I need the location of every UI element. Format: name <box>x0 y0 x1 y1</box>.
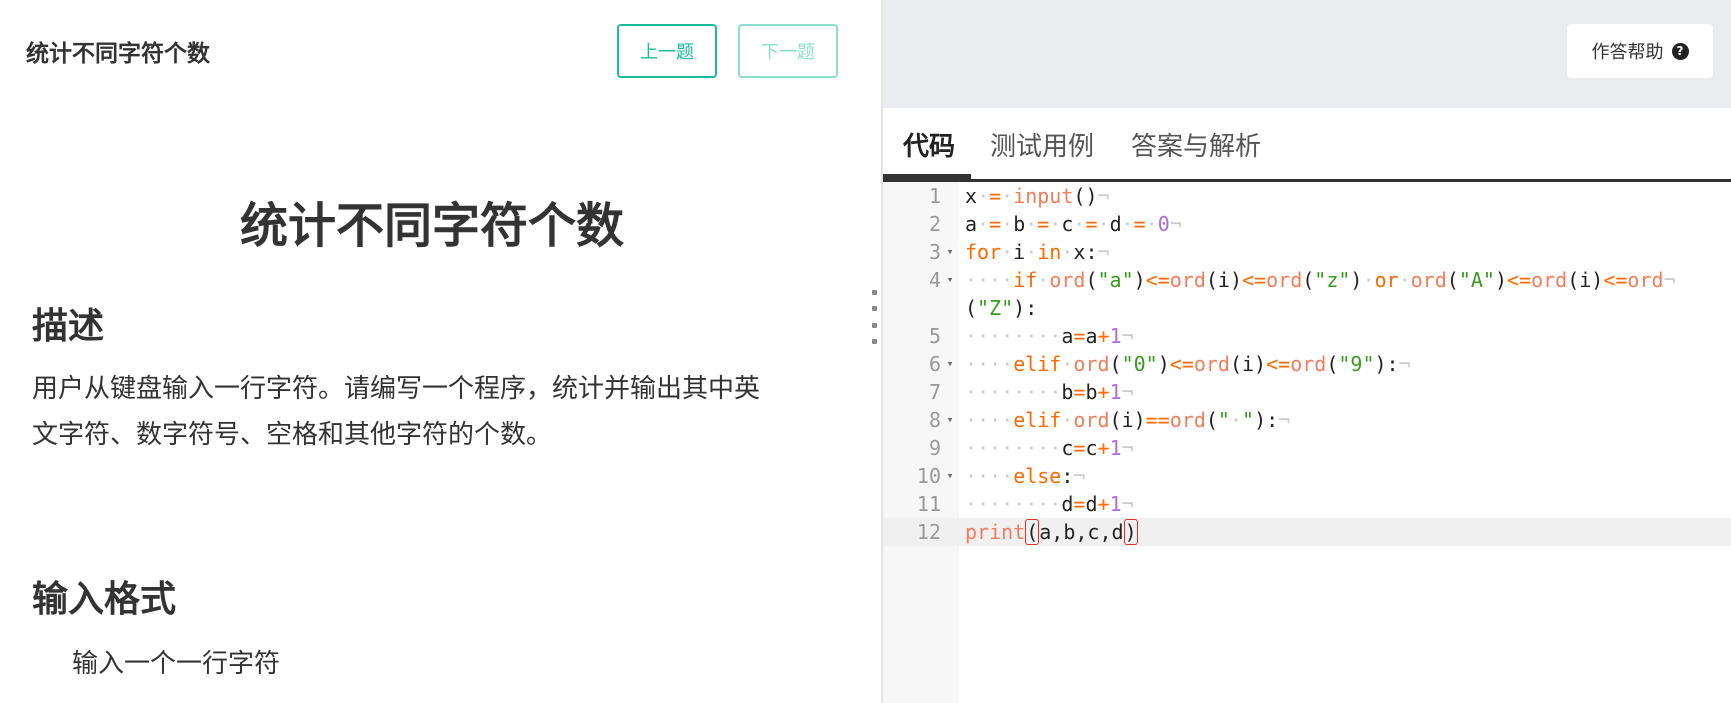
code-text: ········a=a+1¬ <box>965 324 1134 348</box>
line-number: 9 <box>928 436 941 460</box>
code-line[interactable]: ("Z"): <box>883 294 1731 322</box>
help-button[interactable]: 作答帮助 ? <box>1567 24 1713 78</box>
code-text: print(a,b,c,d) <box>965 519 1138 545</box>
line-number: 3 <box>928 240 941 264</box>
editor-toolbar: 作答帮助 ? <box>883 0 1731 108</box>
code-line[interactable]: 1 x·=·input()¬ <box>883 182 1731 210</box>
line-number: 4 <box>928 268 941 292</box>
resize-handle[interactable] <box>869 290 879 344</box>
line-number: 10 <box>916 464 941 488</box>
code-text: a·=·b·=·c·=·d·=·0¬ <box>965 212 1182 236</box>
editor-tabs: 代码 测试用例 答案与解析 <box>883 108 1731 182</box>
code-text: ····elif·ord(i)==ord("·"):¬ <box>965 408 1291 432</box>
tab-answer-analysis[interactable]: 答案与解析 <box>1131 126 1261 185</box>
problem-heading: 统计不同字符个数 <box>239 198 624 254</box>
fold-toggle-icon[interactable]: ▾ <box>943 406 957 434</box>
line-number: 11 <box>916 492 941 516</box>
code-editor[interactable]: 1 x·=·input()¬ 2 a·=·b·=·c·=·d·=·0¬ 3 ▾ for·i·… <box>883 182 1731 703</box>
next-question-button[interactable]: 下一题 <box>738 24 838 78</box>
line-number: 2 <box>928 212 941 236</box>
line-number: 12 <box>916 520 941 544</box>
line-number: 6 <box>928 352 941 376</box>
code-text: ········c=c+1¬ <box>965 436 1134 460</box>
code-line[interactable]: 4 ▾ ····if·ord("a")<=ord(i)<=ord("z")·or·o… <box>883 266 1731 294</box>
description-title: 描述 <box>32 306 105 347</box>
line-number: 8 <box>928 408 941 432</box>
editor-panel: 作答帮助 ? 代码 测试用例 答案与解析 1 x·=·input()¬ 2 a·=·b… <box>883 0 1731 703</box>
fold-toggle-icon[interactable]: ▾ <box>943 238 957 266</box>
line-number: 1 <box>928 184 941 208</box>
line-number: 5 <box>928 324 941 348</box>
prev-question-button[interactable]: 上一题 <box>617 24 717 78</box>
code-text: ········d=d+1¬ <box>965 492 1134 516</box>
description-line: 用户从键盘输入一行字符。请编写一个程序，统计并输出其中英 <box>32 374 761 404</box>
fold-toggle-icon[interactable]: ▾ <box>943 350 957 378</box>
problem-panel: 统计不同字符个数 上一题 下一题 统计不同字符个数 描述 用户从键盘输入一行字符… <box>0 0 882 703</box>
code-text: ("Z"): <box>965 296 1038 320</box>
code-line[interactable]: 8 ▾ ····elif·ord(i)==ord("·"):¬ <box>883 406 1731 434</box>
description-line: 文字符、数字符号、空格和其他字符的个数。 <box>32 420 553 450</box>
active-tab-indicator <box>883 174 971 182</box>
input-format-title: 输入格式 <box>32 579 177 620</box>
code-line[interactable]: 5 ········a=a+1¬ <box>883 322 1731 350</box>
code-line[interactable]: 6 ▾ ····elif·ord("0")<=ord(i)<=ord("9"):¬ <box>883 350 1731 378</box>
code-line[interactable]: 7 ········b=b+1¬ <box>883 378 1731 406</box>
code-line[interactable]: 11 ········d=d+1¬ <box>883 490 1731 518</box>
code-text: ········b=b+1¬ <box>965 380 1134 404</box>
code-text: for·i·in·x:¬ <box>965 240 1110 264</box>
input-format-text: 输入一个一行字符 <box>72 649 281 679</box>
code-text: ····elif·ord("0")<=ord(i)<=ord("9"):¬ <box>965 352 1411 376</box>
code-text: x·=·input()¬ <box>965 184 1110 208</box>
code-line[interactable]: 10 ▾ ····else:¬ <box>883 462 1731 490</box>
fold-toggle-icon[interactable]: ▾ <box>943 462 957 490</box>
code-line[interactable]: 3 ▾ for·i·in·x:¬ <box>883 238 1731 266</box>
code-line[interactable]: 9 ········c=c+1¬ <box>883 434 1731 462</box>
question-circle-icon: ? <box>1671 42 1689 60</box>
problem-title: 统计不同字符个数 <box>26 41 210 67</box>
help-button-label: 作答帮助 <box>1591 42 1664 63</box>
description-text: 用户从键盘输入一行字符。请编写一个程序，统计并输出其中英 文字符、数字符号、空格… <box>32 366 832 458</box>
tab-test-cases[interactable]: 测试用例 <box>990 126 1094 185</box>
code-text: ····if·ord("a")<=ord(i)<=ord("z")·or·ord… <box>965 268 1676 292</box>
code-line[interactable]: 2 a·=·b·=·c·=·d·=·0¬ <box>883 210 1731 238</box>
code-text: ····else:¬ <box>965 464 1086 488</box>
line-number: 7 <box>928 380 941 404</box>
code-line[interactable]: 12 print(a,b,c,d) <box>883 518 1731 546</box>
fold-toggle-icon[interactable]: ▾ <box>943 266 957 294</box>
